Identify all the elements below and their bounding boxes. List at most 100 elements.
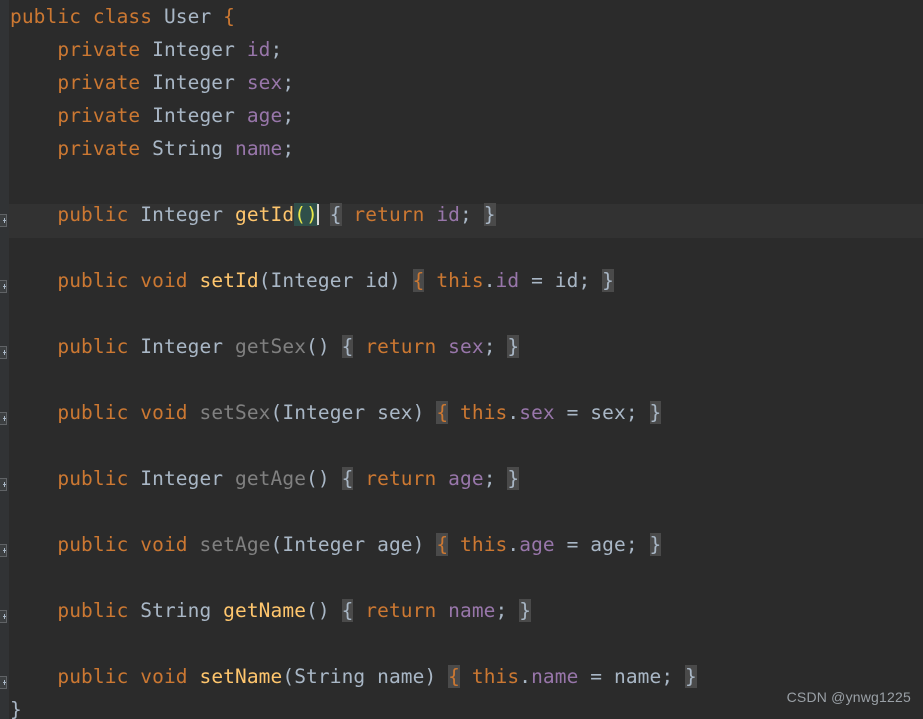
token-keyword: return bbox=[353, 203, 425, 226]
selection-parens[interactable]: () bbox=[294, 203, 318, 226]
code-line[interactable]: public Integer getId() { return id; } bbox=[0, 198, 923, 231]
token-keyword: public bbox=[57, 203, 129, 226]
code-line-blank[interactable] bbox=[0, 429, 923, 462]
fold-collapse-icon[interactable] bbox=[0, 676, 7, 689]
token-brace: { bbox=[223, 5, 235, 28]
token-brace-highlight: } bbox=[483, 203, 496, 226]
token-paren: ) bbox=[424, 665, 437, 688]
code-line[interactable]: public Integer getAge() { return age; } bbox=[0, 462, 923, 495]
token-field: sex bbox=[448, 335, 484, 358]
code-line-blank[interactable] bbox=[0, 297, 923, 330]
token-keyword: public bbox=[57, 599, 129, 622]
token-keyword: private bbox=[57, 38, 141, 61]
code-line[interactable]: public void setId(Integer id) { this.id … bbox=[0, 264, 923, 297]
code-line-blank[interactable] bbox=[0, 561, 923, 594]
code-line[interactable]: private Integer sex; bbox=[0, 66, 923, 99]
code-line[interactable]: public class User { bbox=[0, 0, 923, 33]
token-keyword: return bbox=[365, 599, 437, 622]
fold-collapse-icon[interactable] bbox=[0, 610, 7, 623]
token-type: Integer bbox=[282, 401, 366, 424]
token-semicolon: ; bbox=[282, 71, 295, 94]
fold-collapse-icon[interactable] bbox=[0, 346, 7, 359]
code-line[interactable]: } bbox=[0, 693, 923, 719]
token-field: name bbox=[531, 665, 579, 688]
code-editor[interactable]: public class User { private Integer id; … bbox=[0, 0, 923, 719]
token-semicolon: ; bbox=[460, 203, 472, 226]
code-line-blank[interactable] bbox=[0, 231, 923, 264]
fold-collapse-icon[interactable] bbox=[0, 214, 7, 227]
code-line-blank[interactable] bbox=[0, 495, 923, 528]
token-param: age bbox=[377, 533, 413, 556]
code-line[interactable]: public void setAge(Integer age) { this.a… bbox=[0, 528, 923, 561]
token-paren: ( bbox=[270, 533, 283, 556]
code-line[interactable]: private Integer age; bbox=[0, 99, 923, 132]
code-line-blank[interactable] bbox=[0, 627, 923, 660]
token-keyword: private bbox=[57, 71, 141, 94]
token-field: name bbox=[448, 599, 496, 622]
token-keyword: public bbox=[57, 665, 129, 688]
token-method-name-unused: setSex bbox=[199, 401, 271, 424]
token-type: String bbox=[152, 137, 224, 160]
token-type: Integer bbox=[152, 104, 235, 127]
token-brace-highlight: } bbox=[507, 335, 520, 358]
code-line[interactable]: public void setName(String name) { this.… bbox=[0, 660, 923, 693]
token-param: age bbox=[590, 533, 626, 556]
token-semicolon: ; bbox=[282, 137, 295, 160]
code-content[interactable]: public class User { private Integer id; … bbox=[0, 0, 923, 719]
token-keyword: public bbox=[57, 401, 129, 424]
fold-collapse-icon[interactable] bbox=[0, 544, 7, 557]
token-brace-highlight: } bbox=[649, 533, 662, 556]
token-method-name-unused: getAge bbox=[235, 467, 307, 490]
code-line[interactable]: public void setSex(Integer sex) { this.s… bbox=[0, 396, 923, 429]
token-type: Integer bbox=[140, 467, 224, 490]
token-param: id bbox=[365, 269, 389, 292]
fold-collapse-icon[interactable] bbox=[0, 412, 7, 425]
token-semicolon: ; bbox=[270, 38, 283, 61]
code-line-blank[interactable] bbox=[0, 165, 923, 198]
code-line[interactable]: private String name; bbox=[0, 132, 923, 165]
code-line[interactable]: public Integer getSex() { return sex; } bbox=[0, 330, 923, 363]
token-keyword: this bbox=[460, 401, 508, 424]
token-brace-highlight: } bbox=[507, 467, 520, 490]
token-keyword: class bbox=[92, 5, 153, 28]
token-semicolon: ; bbox=[625, 401, 638, 424]
token-field: sex bbox=[246, 71, 283, 94]
token-param: sex bbox=[377, 401, 413, 424]
fold-collapse-icon[interactable] bbox=[0, 280, 7, 293]
code-line-blank[interactable] bbox=[0, 363, 923, 396]
fold-collapse-icon[interactable] bbox=[0, 478, 7, 491]
code-line[interactable]: private Integer id; bbox=[0, 33, 923, 66]
token-method-name: setName bbox=[199, 665, 283, 688]
token-paren: ) bbox=[388, 269, 401, 292]
token-parens: () bbox=[306, 467, 330, 490]
code-line[interactable]: public String getName() { return name; } bbox=[0, 594, 923, 627]
token-semicolon: ; bbox=[625, 533, 638, 556]
token-keyword: void bbox=[140, 269, 188, 292]
